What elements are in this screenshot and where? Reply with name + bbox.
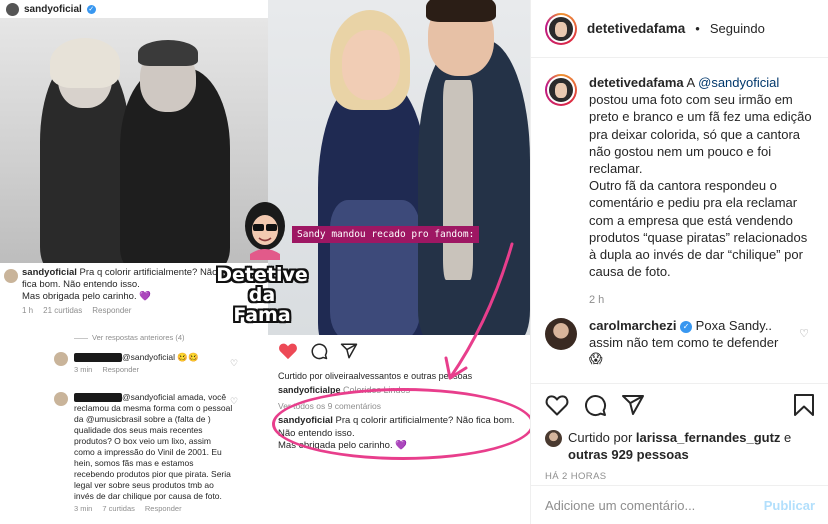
comment-time: 1 h [22,306,34,315]
logo-line-1: Detetive [216,264,308,286]
reply-text: @sandyoficial amada, você reclamou da me… [74,392,233,501]
separator-dot: • [695,21,700,36]
reply-2: @sandyoficial amada, você reclamou da me… [74,392,234,514]
action-bar [545,393,815,417]
liker-avatar [545,430,562,447]
screenshot-avatar [6,2,19,16]
commenter-avatar[interactable] [545,318,577,350]
post-caption: detetivedafama A @sandyoficial postou um… [545,74,819,310]
comment-username: sandyoficial [22,267,77,278]
caption-body: detetivedafama A @sandyoficial postou um… [589,74,817,310]
reply-text: @sandyoficial 🥴🥴 [122,352,199,362]
liked-by-user-link[interactable]: larissa_fernandes_gutz [636,430,781,445]
post-time[interactable]: HÁ 2 HORAS [545,471,815,482]
logo-line-3: Fama [233,304,291,326]
avatar-photo [549,78,573,102]
avatar-photo [549,16,573,41]
reply-time: 3 min [74,365,93,374]
detective-sticker-icon [245,202,285,260]
screenshot-header: sandyoficial ✓ [0,0,268,18]
liked-by-middle: e [780,430,792,445]
caption-mention-link[interactable]: @sandyoficial [698,75,779,90]
author-username[interactable]: detetivedafama [587,21,685,36]
share-icon[interactable] [621,393,645,417]
liked-by: Curtido por larissa_fernandes_gutz e out… [545,429,815,463]
caption-username[interactable]: detetivedafama [589,75,684,90]
screenshot-action-bar [278,342,358,360]
liked-heart-icon [279,343,297,360]
reply-avatar [54,352,68,366]
liked-by-others-link[interactable]: outras 929 pessoas [568,447,689,462]
heart-icon[interactable] [545,394,569,416]
comment-likes: 21 curtidas [43,306,83,315]
comment-body: carolmarchezi ✓ Poxa Sandy.. assim não t… [589,318,789,368]
comment-like-heart-icon[interactable]: ♡ [799,327,809,340]
caption-time: 2 h [589,294,605,307]
view-previous-replies: Ver respostas anteriores (4) [74,333,185,342]
publish-button[interactable]: Publicar [764,498,815,513]
reply-heart-icon: ♡ [230,358,239,368]
caption-text-part1: A [683,75,699,90]
reply-action: Responder [102,365,140,374]
reply-avatar [54,392,68,406]
caption-text-part2: postou uma foto com seu irmão em preto e… [589,92,812,177]
comment-input[interactable] [545,497,764,513]
bookmark-icon[interactable] [793,393,815,417]
post-actions-section: Curtido por larissa_fernandes_gutz e out… [531,383,828,482]
add-comment-form: Publicar [531,485,828,524]
comment-reply-link: Responder [92,306,132,315]
original-screenshot-panel: sandyoficial ✓ sandyoficial Pra q colori… [0,0,268,524]
redacted-username [74,353,122,363]
following-button[interactable]: Seguindo [710,21,765,36]
comment-text-line2: Mas obrigada pelo carinho. 💜 [22,291,152,302]
author-avatar[interactable] [545,12,577,45]
reply-action: Responder [144,504,182,513]
caption-author-avatar[interactable] [545,74,577,106]
reply-likes: 7 curtidas [102,504,135,513]
commenter-username[interactable]: carolmarchezi [589,318,676,333]
comment-avatar [4,269,18,283]
share-icon [340,343,358,359]
caption-paragraph-2: Outro fã da cantora respondeu o comentár… [589,178,808,280]
highlight-oval [272,388,530,460]
post-header: detetivedafama • Seguindo [531,0,828,58]
post-image[interactable]: sandyoficial ✓ sandyoficial Pra q colori… [0,0,530,524]
black-and-white-photo [0,18,268,263]
verified-badge-icon: ✓ [680,321,693,333]
comment-item: carolmarchezi ✓ Poxa Sandy.. assim não t… [545,318,819,368]
detetive-da-fama-logo: Detetive da Fama [214,265,310,325]
redacted-username [74,393,122,403]
verified-badge-icon: ✓ [86,4,96,14]
reply-1: @sandyoficial 🥴🥴 3 min Responder [74,352,234,375]
reply-time: 3 min [74,504,93,513]
liked-by-prefix: Curtido por [568,430,636,445]
comment-icon [311,343,328,360]
screenshot-username: sandyoficial [24,3,82,15]
screenshot-comment: sandyoficial Pra q colorir artificialmen… [22,267,222,317]
highlight-arrow-icon [444,242,514,380]
logo-line-2: da [248,284,276,306]
reply-heart-icon: ♡ [230,396,239,406]
comment-icon[interactable] [583,393,607,417]
post-sidebar: detetivedafama • Seguindo detetivedafama… [530,0,828,524]
